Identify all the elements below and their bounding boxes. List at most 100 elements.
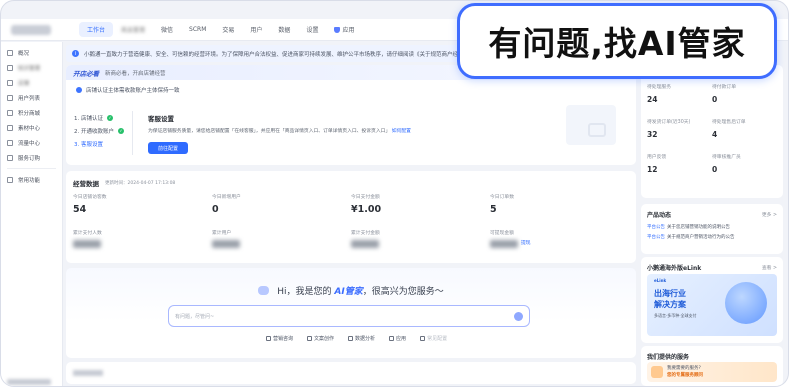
nav-tab-label: 用户: [250, 27, 263, 34]
ai-quick-chips: 营销咨询 文案创作 数据分析 应用 常见配置: [266, 335, 447, 342]
ai-chip[interactable]: 应用: [389, 335, 406, 342]
service-banner[interactable]: 我要需要的服务? 您的专属服务顾问: [647, 362, 777, 382]
sidebar: 概况知识管理店铺用户列表积分商城素材中心流量中心 服务订购 常用功能: [1, 42, 63, 386]
stats-title: 经营数据: [73, 180, 99, 188]
withdraw-link[interactable]: 提现: [521, 239, 531, 246]
todo-item[interactable]: 待审核推广员 0: [712, 153, 777, 174]
sidebar-item[interactable]: 用户列表: [1, 90, 62, 105]
sidebar-menu: 概况知识管理店铺用户列表积分商城素材中心流量中心 服务订购: [1, 42, 62, 165]
setup-step[interactable]: 3. 客服设置: [74, 137, 129, 150]
elink-more-link[interactable]: 查看 >: [762, 264, 777, 271]
stat-item: 今日订单数 5: [490, 193, 629, 223]
steps-divider: [132, 111, 133, 155]
store-logo[interactable]: [11, 24, 51, 35]
apps-icon: [334, 27, 341, 33]
stat-value-hidden: [73, 240, 101, 248]
greet-text: Hi，我是您的: [277, 287, 335, 297]
sidebar-item-label: 积分商城: [18, 110, 41, 117]
ai-chip[interactable]: 常见配置: [420, 335, 447, 342]
service-desc-text: 为保证店铺服务质量，请您给店铺配置「在线客服」，并应用在「商品详情页入口、订单详…: [148, 129, 391, 134]
stat-value-row: [351, 236, 490, 248]
book-icon: [7, 64, 13, 71]
nav-tab-label: 设置: [306, 27, 319, 34]
stat-item: 可提现金额 提现: [490, 229, 629, 259]
sidebar-item[interactable]: 积分商城: [1, 105, 62, 120]
sidebar-item-label: 素材中心: [18, 125, 41, 132]
gift-icon: [7, 109, 13, 116]
stat-value-row: [73, 236, 212, 248]
nav-tab[interactable]: 应用: [326, 22, 362, 37]
stat-label: 今日店铺访客数: [73, 195, 107, 200]
sidebar-item[interactable]: 服务订购: [1, 150, 62, 165]
sidebar-item-label: 店铺: [18, 80, 30, 87]
send-icon[interactable]: [514, 312, 523, 321]
sidebar-item[interactable]: 素材中心: [1, 120, 62, 135]
news-item[interactable]: 平台公告 关于规范商户营销活动行为的公告: [647, 234, 735, 240]
nav-tab[interactable]: SCRM: [181, 23, 214, 36]
todo-item[interactable]: 待付款订单 0: [712, 83, 777, 104]
nav-tab-label: 工作台: [87, 27, 106, 34]
ai-chip-label: 营销咨询: [273, 336, 294, 342]
traffic-icon: [7, 139, 13, 146]
ai-chip[interactable]: 文案创作: [307, 335, 334, 342]
account-name[interactable]: [7, 379, 51, 385]
store-setup-card: 开店必看 新商必看，开启店铺经营 店铺认证主体需收款账户主体保持一致 1. 店铺…: [66, 65, 636, 165]
badge-text: 有问题,找AI管家: [488, 24, 746, 63]
todo-item[interactable]: 用户反馈 12: [647, 153, 712, 174]
users-icon: [7, 94, 13, 101]
services-card: 我们提供的服务 我要需要的服务? 您的专属服务顾问: [641, 346, 783, 386]
setup-step[interactable]: 2. 开通收款账户 ✓: [74, 124, 129, 137]
chip-icon: [420, 336, 426, 341]
how-to-config-link[interactable]: 如何配置: [392, 129, 411, 134]
sidebar-item-common[interactable]: 常用功能: [1, 172, 62, 187]
service-setup: 客服设置 为保证店铺服务质量，请您给店铺配置「在线客服」，并应用在「商品详情页入…: [148, 113, 528, 154]
stat-item: 今日新增用户 0: [212, 193, 351, 223]
product-news-card: 产品动态 更多 > 平台公告 关于您店铺营销功能的说明公告 平台公告 关于规范商户营…: [641, 204, 783, 254]
ai-chip-label: 常见配置: [427, 336, 448, 342]
ai-chip[interactable]: 营销咨询: [266, 335, 293, 342]
sidebar-item[interactable]: 流量中心: [1, 135, 62, 150]
nav-tab[interactable]: 用户: [242, 22, 270, 37]
todo-value: 24: [647, 95, 658, 104]
stat-value-hidden: [212, 240, 240, 248]
todo-item[interactable]: 待发货订单(近30天) 32: [647, 118, 712, 139]
news-title: 产品动态: [647, 212, 672, 219]
nav-tab[interactable]: 数据: [270, 22, 298, 37]
sidebar-item[interactable]: 概况: [1, 45, 62, 60]
elink-line1: 出海行业: [654, 289, 686, 298]
stat-label: 今日订单数: [490, 195, 514, 200]
nav-tab[interactable]: 设置: [298, 22, 326, 37]
stats-grid: 今日店铺访客数 54 今日新增用户 0 今日支付金额 ¥1.00 今日订单数 5 累计支付人数 累…: [73, 193, 629, 259]
nav-tab[interactable]: 交易: [214, 22, 242, 37]
news-more-link[interactable]: 更多 >: [762, 211, 777, 218]
chip-icon: [266, 336, 271, 341]
elink-banner[interactable]: eLink 出海行业 解决方案 多语言·多币种·全球支付: [647, 274, 777, 336]
input-placeholder: 有问题，尽管问~: [175, 313, 215, 320]
go-config-button[interactable]: 前往配置: [148, 142, 188, 154]
todo-label: 待审核推广员: [712, 155, 741, 160]
sidebar-item[interactable]: 知识管理: [1, 60, 62, 75]
nav-tab[interactable]: 商品管理: [113, 22, 153, 37]
setup-step[interactable]: 1. 店铺认证 ✓: [74, 111, 129, 124]
ai-help-badge: 有问题,找AI管家: [457, 3, 777, 79]
ai-chip[interactable]: 数据分析: [348, 335, 375, 342]
nav-tabs: 工作台 商品管理 微信 SCRM 交易 用户 数据 设置 应用: [79, 22, 362, 37]
stat-value: 54: [73, 204, 87, 215]
news-text: 关于您店铺营销功能的说明公告: [667, 225, 730, 230]
ai-question-input[interactable]: 有问题，尽管问~: [168, 305, 530, 327]
sidebar-item-label: 概况: [18, 50, 30, 57]
todo-item[interactable]: 待处理售后订单 4: [712, 118, 777, 139]
setup-illustration: [566, 105, 616, 145]
news-item[interactable]: 平台公告 关于您店铺营销功能的说明公告: [647, 224, 730, 230]
todo-value: 12: [647, 165, 658, 174]
nav-tab[interactable]: 微信: [153, 22, 181, 37]
stat-value-row: 提现: [490, 236, 629, 248]
ai-greeting: Hi，我是您的 AI管家，很高兴为您服务～: [66, 284, 636, 297]
stat-value: 0: [212, 204, 219, 215]
ai-assistant-card: Hi，我是您的 AI管家，很高兴为您服务～ 有问题，尽管问~ 营销咨询 文案创作 数…: [66, 268, 636, 358]
todo-item[interactable]: 待处理服务 24: [647, 83, 712, 104]
services-title: 我们提供的服务: [647, 354, 690, 361]
service-title: 客服设置: [148, 115, 174, 123]
nav-tab[interactable]: 工作台: [79, 22, 114, 37]
sidebar-item[interactable]: 店铺: [1, 75, 62, 90]
